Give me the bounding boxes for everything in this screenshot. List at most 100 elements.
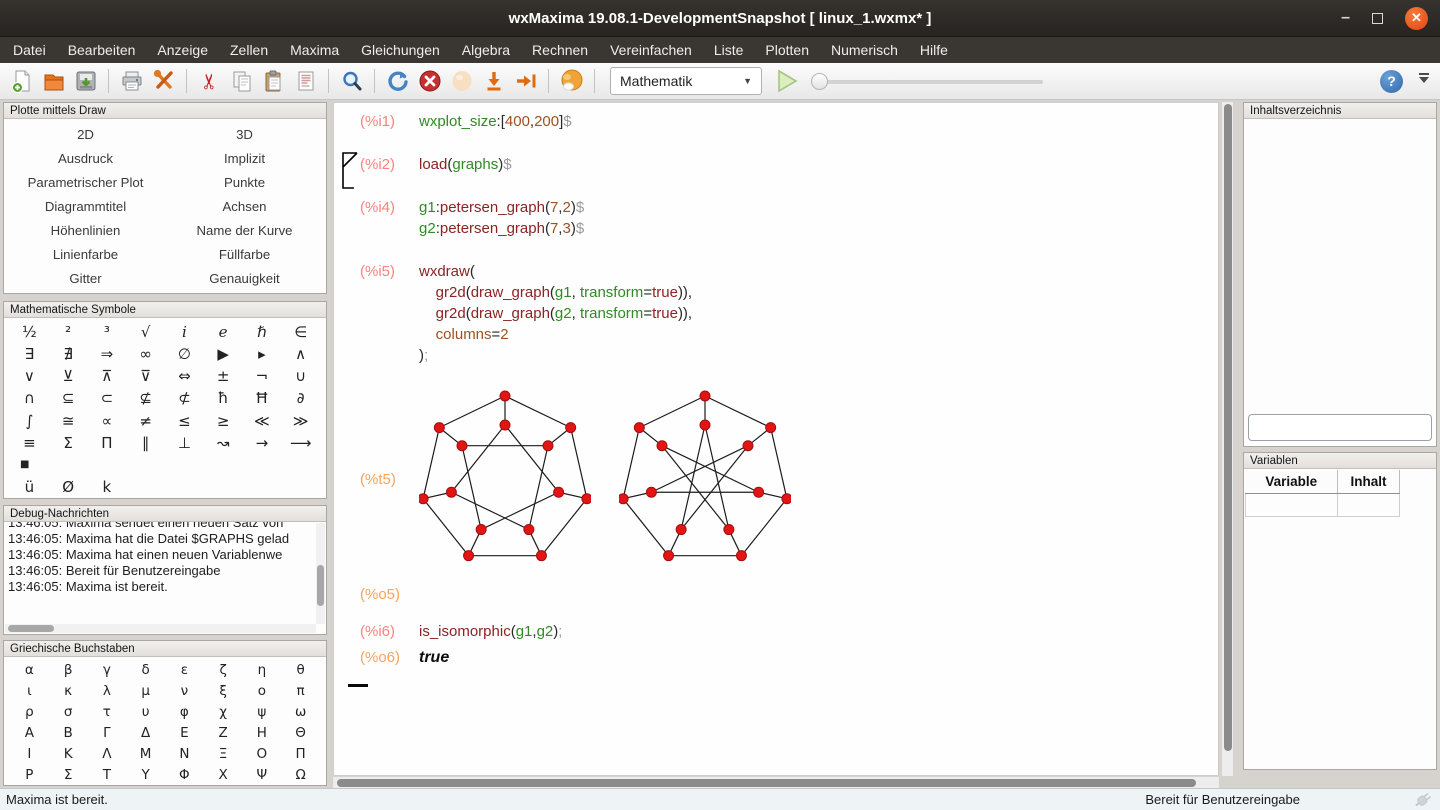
greek-letter-Φ[interactable]: Φ	[165, 764, 204, 785]
greek-letter-Θ[interactable]: Θ	[281, 722, 320, 743]
interrupt-icon[interactable]	[416, 68, 443, 95]
paste-icon[interactable]	[260, 68, 287, 95]
menu-anzeige[interactable]: Anzeige	[146, 37, 219, 63]
greek-letter-Ω[interactable]: Ω	[281, 764, 320, 785]
greek-letter-Α[interactable]: Α	[10, 722, 49, 743]
draw-button-h-henlinien[interactable]: Höhenlinien	[6, 218, 165, 242]
greek-letter-ζ[interactable]: ζ	[204, 659, 243, 680]
greek-letter-β[interactable]: β	[49, 659, 88, 680]
symbol-[interactable]: ⊽	[126, 365, 165, 387]
symbol-[interactable]: ∪	[281, 365, 320, 387]
greek-letter-Ν[interactable]: Ν	[165, 743, 204, 764]
cut-icon[interactable]: ✂	[196, 68, 223, 95]
menu-liste[interactable]: Liste	[703, 37, 755, 63]
cell-o5[interactable]: (%o5)	[360, 584, 1218, 605]
greek-letter-Ψ[interactable]: Ψ	[243, 764, 282, 785]
greek-letter-Δ[interactable]: Δ	[126, 722, 165, 743]
draw-button-achsen[interactable]: Achsen	[165, 194, 324, 218]
greek-letter-Κ[interactable]: Κ	[49, 743, 88, 764]
menu-datei[interactable]: Datei	[2, 37, 57, 63]
greek-letter-Χ[interactable]: Χ	[204, 764, 243, 785]
symbol-[interactable]: ⊆	[49, 387, 88, 409]
symbol-[interactable]: ∥	[126, 432, 165, 454]
debug-vertical-scrollbar[interactable]	[316, 523, 325, 624]
close-button[interactable]: ✕	[1405, 7, 1428, 30]
symbol-[interactable]: ∄	[49, 343, 88, 365]
symbol-[interactable]: ⊥	[165, 432, 204, 454]
greek-letter-ν[interactable]: ν	[165, 680, 204, 701]
menu-hilfe[interactable]: Hilfe	[909, 37, 959, 63]
draw-button-implizit[interactable]: Implizit	[165, 146, 324, 170]
greek-letter-α[interactable]: α	[10, 659, 49, 680]
play-button[interactable]	[773, 68, 800, 95]
greek-letter-ρ[interactable]: ρ	[10, 701, 49, 722]
worksheet-vertical-scrollbar[interactable]	[1222, 102, 1233, 776]
slider-knob[interactable]	[811, 73, 828, 90]
greek-letter-Ρ[interactable]: Ρ	[10, 764, 49, 785]
symbol-[interactable]: ∫	[10, 410, 49, 432]
animation-slider[interactable]	[809, 68, 1047, 95]
greek-letter-Λ[interactable]: Λ	[88, 743, 127, 764]
symbol-[interactable]: ≡	[10, 432, 49, 454]
draw-button-punkte[interactable]: Punkte	[165, 170, 324, 194]
symbol-[interactable]: ⊄	[165, 387, 204, 409]
menu-rechnen[interactable]: Rechnen	[521, 37, 599, 63]
symbol-[interactable]: ≥	[204, 410, 243, 432]
greek-letter-Υ[interactable]: Υ	[126, 764, 165, 785]
symbol-e[interactable]: e	[204, 321, 243, 343]
symbol-[interactable]: ≫	[281, 410, 320, 432]
restart-maxima-icon[interactable]	[384, 68, 411, 95]
symbol-[interactable]: ²	[49, 321, 88, 343]
greek-letter-δ[interactable]: δ	[126, 659, 165, 680]
greek-letter-ω[interactable]: ω	[281, 701, 320, 722]
symbol-[interactable]: ℏ	[243, 321, 282, 343]
greek-letter-ε[interactable]: ε	[165, 659, 204, 680]
symbol-[interactable]: ³	[88, 321, 127, 343]
symbol-[interactable]: Ħ	[243, 387, 282, 409]
symbol-[interactable]: ∈	[281, 321, 320, 343]
menu-maxima[interactable]: Maxima	[279, 37, 350, 63]
symbol-[interactable]: ↝	[204, 432, 243, 454]
draw-button-2d[interactable]: 2D	[6, 122, 165, 146]
debug-horizontal-scrollbar[interactable]	[5, 624, 316, 633]
symbol-[interactable]: ⊈	[126, 387, 165, 409]
menu-plotten[interactable]: Plotten	[754, 37, 820, 63]
menu-numerisch[interactable]: Numerisch	[820, 37, 909, 63]
greek-letter-ι[interactable]: ι	[10, 680, 49, 701]
draw-button-3d[interactable]: 3D	[165, 122, 324, 146]
menu-gleichungen[interactable]: Gleichungen	[350, 37, 451, 63]
greek-letter-Π[interactable]: Π	[281, 743, 320, 764]
greek-letter-η[interactable]: η	[243, 659, 282, 680]
greek-letter-Η[interactable]: Η	[243, 722, 282, 743]
save-icon[interactable]	[72, 68, 99, 95]
symbol-[interactable]: ∩	[10, 387, 49, 409]
greek-letter-γ[interactable]: γ	[88, 659, 127, 680]
greek-letter-Τ[interactable]: Τ	[88, 764, 127, 785]
greek-letter-Ε[interactable]: Ε	[165, 722, 204, 743]
follow-icon[interactable]	[558, 68, 585, 95]
symbol-[interactable]: ■	[10, 454, 49, 476]
symbol-[interactable]: ≪	[243, 410, 282, 432]
symbol-[interactable]: ▸	[243, 343, 282, 365]
preferences-icon[interactable]	[150, 68, 177, 95]
symbol-[interactable]: ⟶	[281, 432, 320, 454]
draw-button-f-llfarbe[interactable]: Füllfarbe	[165, 242, 324, 266]
menu-algebra[interactable]: Algebra	[451, 37, 521, 63]
cell-i2[interactable]: (%i2)load(graphs)$	[360, 154, 1218, 175]
symbol-[interactable]: ⊂	[88, 387, 127, 409]
worksheet-horizontal-scrollbar[interactable]	[333, 777, 1219, 788]
symbol-[interactable]: ∧	[281, 343, 320, 365]
greek-letter-Ο[interactable]: Ο	[243, 743, 282, 764]
cell-t5[interactable]: (%t5)	[360, 388, 1218, 570]
evaluate-to-point-icon[interactable]	[480, 68, 507, 95]
menu-zellen[interactable]: Zellen	[219, 37, 279, 63]
user-symbol-[interactable]: ü	[10, 476, 49, 498]
symbol-[interactable]: ⊻	[49, 365, 88, 387]
greek-letter-Ι[interactable]: Ι	[10, 743, 49, 764]
greek-letter-λ[interactable]: λ	[88, 680, 127, 701]
cell-i5[interactable]: (%i5)wxdraw( gr2d(draw_graph(g1, transfo…	[360, 261, 1218, 366]
evaluate-rest-icon[interactable]	[512, 68, 539, 95]
greek-letter-κ[interactable]: κ	[49, 680, 88, 701]
greek-letter-σ[interactable]: σ	[49, 701, 88, 722]
open-folder-icon[interactable]	[40, 68, 67, 95]
